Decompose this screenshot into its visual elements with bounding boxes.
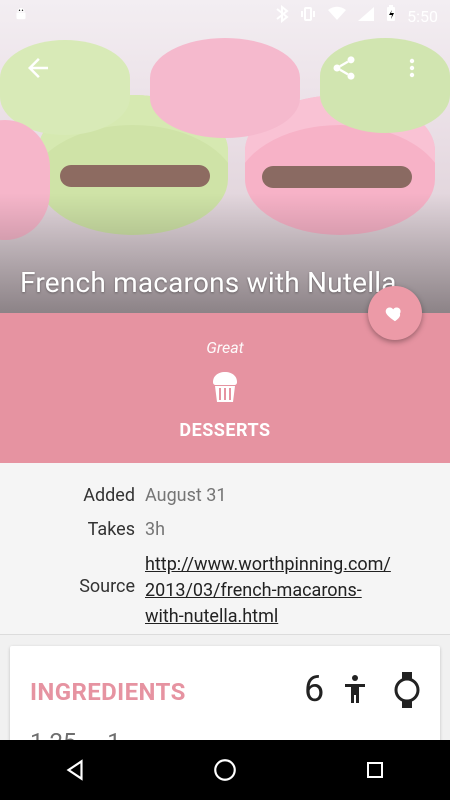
cupcake-icon xyxy=(213,372,237,402)
status-time: 5:50 xyxy=(407,6,438,26)
source-link-line-2: 2013/03/french-macarons- xyxy=(145,580,362,601)
back-arrow-icon xyxy=(28,58,48,78)
signal-icon xyxy=(357,6,375,26)
source-link[interactable]: http://www.worthpinning.com/ 2013/03/fre… xyxy=(145,552,391,630)
triangle-back-icon xyxy=(66,759,83,781)
person-icon[interactable] xyxy=(343,674,367,706)
nav-home-button[interactable] xyxy=(195,740,255,800)
source-label: Source xyxy=(79,576,135,597)
square-recents-icon xyxy=(367,762,383,778)
home-circle-icon xyxy=(214,759,236,781)
recipe-title: French macarons with Nutella xyxy=(20,266,397,299)
android-icon xyxy=(12,5,30,27)
favorite-button[interactable] xyxy=(368,286,422,340)
vibrate-icon xyxy=(299,5,317,27)
share-icon xyxy=(333,56,355,80)
watch-icon[interactable] xyxy=(394,672,420,708)
system-nav-bar xyxy=(0,740,450,800)
nav-recents-button[interactable] xyxy=(345,740,405,800)
source-link-line-3: with-nutella.html xyxy=(145,606,279,627)
macaron-filling-right xyxy=(262,166,412,188)
status-bar: 5:50 xyxy=(0,0,450,32)
more-vert-icon xyxy=(409,58,415,78)
macaron-filling-left xyxy=(60,165,210,187)
nav-back-button[interactable] xyxy=(45,740,105,800)
added-label: Added xyxy=(83,485,135,506)
back-button[interactable] xyxy=(14,44,62,92)
wifi-icon xyxy=(327,6,347,26)
hero-toolbar xyxy=(0,32,450,104)
takes-value: 3h xyxy=(145,519,166,540)
more-menu-button[interactable] xyxy=(388,44,436,92)
servings-count[interactable]: 6 xyxy=(304,668,324,710)
added-value: August 31 xyxy=(145,485,227,506)
rating-text: Great xyxy=(206,338,244,357)
battery-icon xyxy=(385,5,397,27)
bluetooth-icon xyxy=(275,4,289,27)
recipe-details: Added August 31 Takes 3h Source http://w… xyxy=(0,463,450,635)
heart-icon xyxy=(385,307,401,322)
category-label: DESSERTS xyxy=(179,420,271,441)
section-divider xyxy=(0,634,450,635)
share-button[interactable] xyxy=(320,44,368,92)
ingredients-title: INGREDIENTS xyxy=(30,678,186,706)
takes-label: Takes xyxy=(87,519,135,540)
source-link-line-1: http://www.worthpinning.com/ xyxy=(145,554,391,575)
